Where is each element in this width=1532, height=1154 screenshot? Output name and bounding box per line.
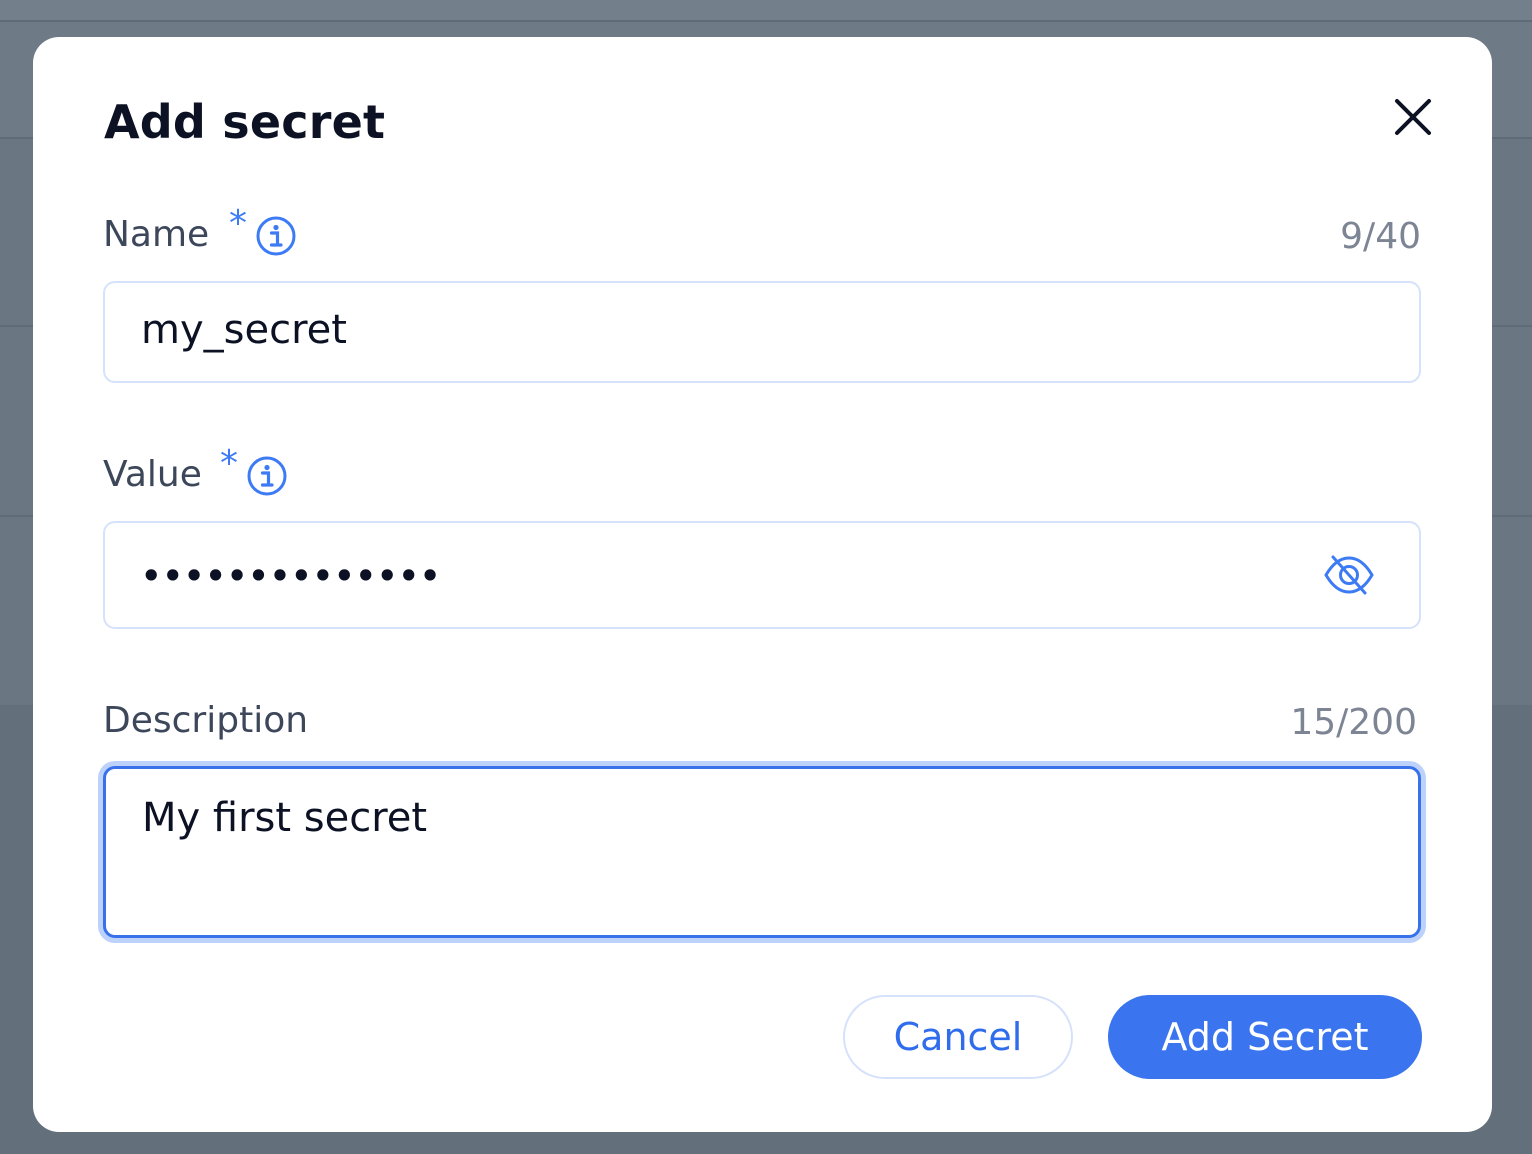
description-label-row: Description 15/200 (103, 695, 1421, 747)
name-label-row: Name * 9/40 (103, 203, 1421, 261)
masked-value: •••••••••••••• (141, 557, 442, 595)
close-icon (1395, 99, 1431, 135)
description-label: Description (103, 700, 309, 741)
info-icon[interactable] (255, 215, 297, 257)
name-input-value: my_secret (141, 307, 347, 353)
toggle-visibility-button[interactable] (1323, 553, 1375, 597)
description-value: My first secret (142, 795, 428, 841)
name-input[interactable]: my_secret (103, 281, 1421, 383)
required-indicator: * (220, 443, 238, 484)
add-secret-button[interactable]: Add Secret (1108, 995, 1422, 1079)
value-label-row: Value * (103, 443, 1421, 501)
dialog-title: Add secret (104, 95, 386, 149)
cancel-button[interactable]: Cancel (843, 995, 1073, 1079)
description-char-counter: 15/200 (1290, 702, 1417, 743)
name-label: Name (103, 214, 210, 255)
value-password-input[interactable]: •••••••••••••• (103, 521, 1421, 629)
close-button[interactable] (1389, 93, 1437, 141)
name-char-counter: 9/40 (1340, 216, 1421, 257)
required-indicator: * (229, 203, 247, 244)
background-header (0, 0, 1532, 20)
description-textarea[interactable]: My first secret (103, 766, 1421, 938)
eye-off-icon (1324, 555, 1374, 595)
info-icon[interactable] (246, 455, 288, 497)
add-secret-dialog: Add secret Name * 9/40 my_secret Value * (33, 37, 1492, 1132)
value-label: Value (103, 454, 202, 495)
